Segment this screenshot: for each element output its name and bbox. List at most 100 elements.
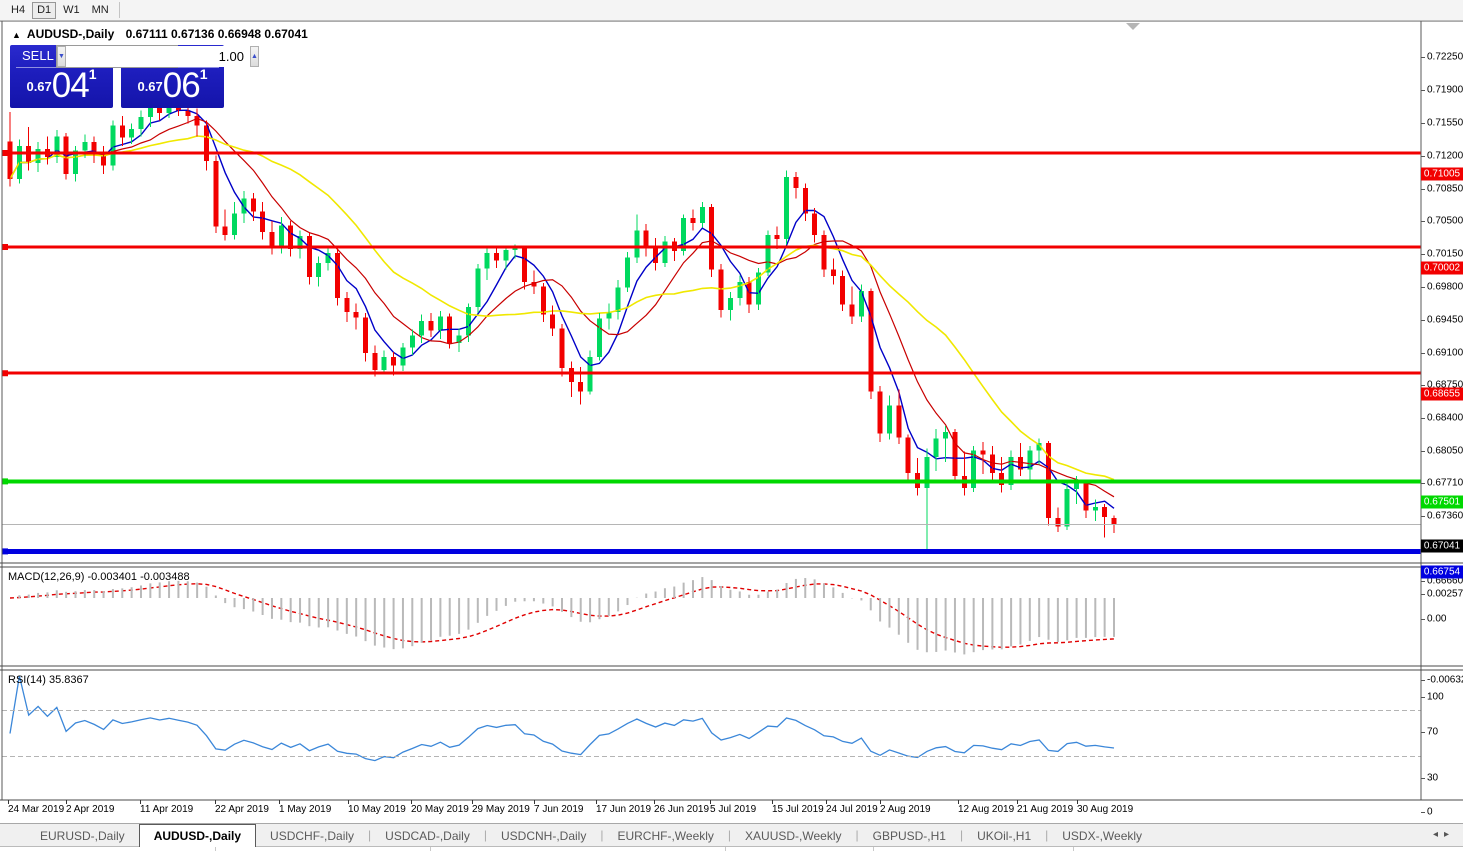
symbol-tab-usdx-weekly[interactable]: USDX-,Weekly [1048,825,1156,846]
rsi-scale-tick-mark [1421,812,1425,813]
price-scale-tick-mark [1421,353,1425,354]
price-scale-tick-label: 0.67710 [1427,477,1463,488]
date-axis-label: 22 Apr 2019 [215,804,269,815]
one-click-trading-panel: SELL 0.67041 BUY 0.67061 ▼ ▲ [10,45,224,108]
timeframe-button-d1[interactable]: D1 [32,2,56,19]
symbol-tab-ukoil-h1[interactable]: UKOil-,H1 [963,825,1045,846]
price-scale-tick-label: 0.71550 [1427,117,1463,128]
date-axis-label: 30 Aug 2019 [1077,804,1133,815]
price-scale-tick-label: 0.70850 [1427,183,1463,194]
status-column-divider [215,847,216,851]
macd-scale-tick-mark [1421,619,1425,620]
date-axis-label: 12 Aug 2019 [958,804,1014,815]
toolbar-separator [119,2,120,18]
price-scale-tick-label: 0.69800 [1427,281,1463,292]
rsi-indicator-label: RSI(14) 35.8367 [8,674,89,686]
sell-label: SELL [22,48,54,66]
date-axis-label: 1 May 2019 [279,804,331,815]
rsi-scale-tick-label: 30 [1427,772,1438,783]
price-scale-tick-label: 0.68400 [1427,413,1463,424]
chart-window: ▲ AUDUSD-,Daily 0.67111 0.67136 0.66948 0… [0,21,1463,850]
price-scale-tick-mark [1421,189,1425,190]
price-level-badge: 0.67041 [1421,539,1463,552]
date-axis-label: 11 Apr 2019 [140,804,193,815]
price-scale-tick-label: 0.71200 [1427,150,1463,161]
collapse-arrow-icon[interactable]: ▲ [12,30,21,40]
status-column-divider [430,847,431,851]
tab-scroll-right-icon[interactable]: ▸ [1444,829,1455,840]
volume-decrease-button[interactable]: ▼ [57,46,66,67]
symbol-tab-usdchf-daily[interactable]: USDCHF-,Daily [256,825,368,846]
chart-symbol-label: AUDUSD-,Daily [27,27,114,41]
price-scale-tick-mark [1421,581,1425,582]
chart-ohlc-values: 0.67111 0.67136 0.66948 0.67041 [126,27,308,41]
symbol-tab-eurusd-daily[interactable]: EURUSD-,Daily [26,825,139,846]
price-level-badge: 0.71005 [1421,168,1463,181]
price-level-badge: 0.70002 [1421,262,1463,275]
price-scale-tick-mark [1421,320,1425,321]
tab-scroll-left-icon[interactable]: ◂ [1433,829,1444,840]
rsi-scale-tick-label: 0 [1427,807,1433,818]
price-scale-tick-label: 0.71900 [1427,85,1463,96]
macd-panel [10,584,1114,648]
rsi-scale-tick-mark [1421,697,1425,698]
timeframe-button-mn[interactable]: MN [87,2,114,19]
status-column-divider [725,847,726,851]
price-level-badge: 0.66754 [1421,566,1463,579]
status-column-divider [873,847,874,851]
volume-control: ▼ ▲ [56,45,178,68]
sell-price-big: 04 [52,66,89,105]
macd-scale-tick-label: 0.00 [1427,614,1446,625]
main-price-panel [8,105,1117,527]
sell-price: 0.67041 [10,66,113,106]
macd-scale-tick-mark [1421,594,1425,595]
date-axis-label: 24 Mar 2019 [8,804,64,815]
chart-shift-marker-icon[interactable] [1126,23,1140,30]
price-scale-tick-label: 0.68050 [1427,445,1463,456]
symbol-tab-gbpusd-h1[interactable]: GBPUSD-,H1 [859,825,960,846]
buy-price-sup: 1 [200,66,208,82]
price-scale-tick-mark [1421,123,1425,124]
rsi-scale-tick-mark [1421,732,1425,733]
mt4-platform: { "toolbar": { "timeframes": [ {"label":… [0,0,1463,850]
tab-scroll-arrows[interactable]: ◂▸ [1433,829,1455,840]
symbol-tab-audusd-daily[interactable]: AUDUSD-,Daily [139,824,256,847]
date-axis-label: 7 Jun 2019 [534,804,584,815]
rsi-panel [10,676,1114,761]
price-scale-tick-mark [1421,57,1425,58]
rsi-scale-tick-label: 70 [1427,726,1438,737]
buy-price-prefix: 0.67 [137,79,162,94]
price-scale-tick-mark [1421,418,1425,419]
date-axis-label: 15 Jul 2019 [772,804,824,815]
timeframe-button-w1[interactable]: W1 [58,2,85,19]
price-chart-canvas[interactable] [0,21,1463,850]
symbol-tab-usdcnh-daily[interactable]: USDCNH-,Daily [487,825,600,846]
macd-scale-tick-label: -0.006326 [1427,675,1463,686]
price-scale-tick-label: 0.67360 [1427,510,1463,521]
date-axis-label: 17 Jun 2019 [596,804,651,815]
timeframe-button-h4[interactable]: H4 [6,2,30,19]
symbol-tab-xauusd-weekly[interactable]: XAUUSD-,Weekly [731,825,855,846]
price-scale-tick-label: 0.69450 [1427,314,1463,325]
date-axis-label: 10 May 2019 [348,804,406,815]
timeframe-toolbar: H4D1W1MN [0,0,1463,21]
date-axis-label: 26 Jun 2019 [654,804,709,815]
date-axis-label: 2 Aug 2019 [880,804,931,815]
date-axis-label: 5 Jul 2019 [710,804,756,815]
buy-price-big: 06 [163,66,200,105]
price-scale-tick-mark [1421,90,1425,91]
date-axis-label: 2 Apr 2019 [66,804,114,815]
price-scale-tick-mark [1421,483,1425,484]
rsi-scale-tick-label: 100 [1427,692,1444,703]
price-scale-tick-mark [1421,451,1425,452]
symbol-tab-eurchf-weekly[interactable]: EURCHF-,Weekly [603,825,727,846]
volume-increase-button[interactable]: ▲ [250,46,259,67]
status-column-divider [1073,847,1074,851]
date-axis-label: 24 Jul 2019 [826,804,878,815]
price-scale-tick-mark [1421,221,1425,222]
symbol-tab-usdcad-daily[interactable]: USDCAD-,Daily [371,825,484,846]
price-scale-tick-mark [1421,254,1425,255]
volume-input[interactable] [66,46,250,67]
date-axis-label: 20 May 2019 [411,804,469,815]
sell-price-sup: 1 [89,66,97,82]
